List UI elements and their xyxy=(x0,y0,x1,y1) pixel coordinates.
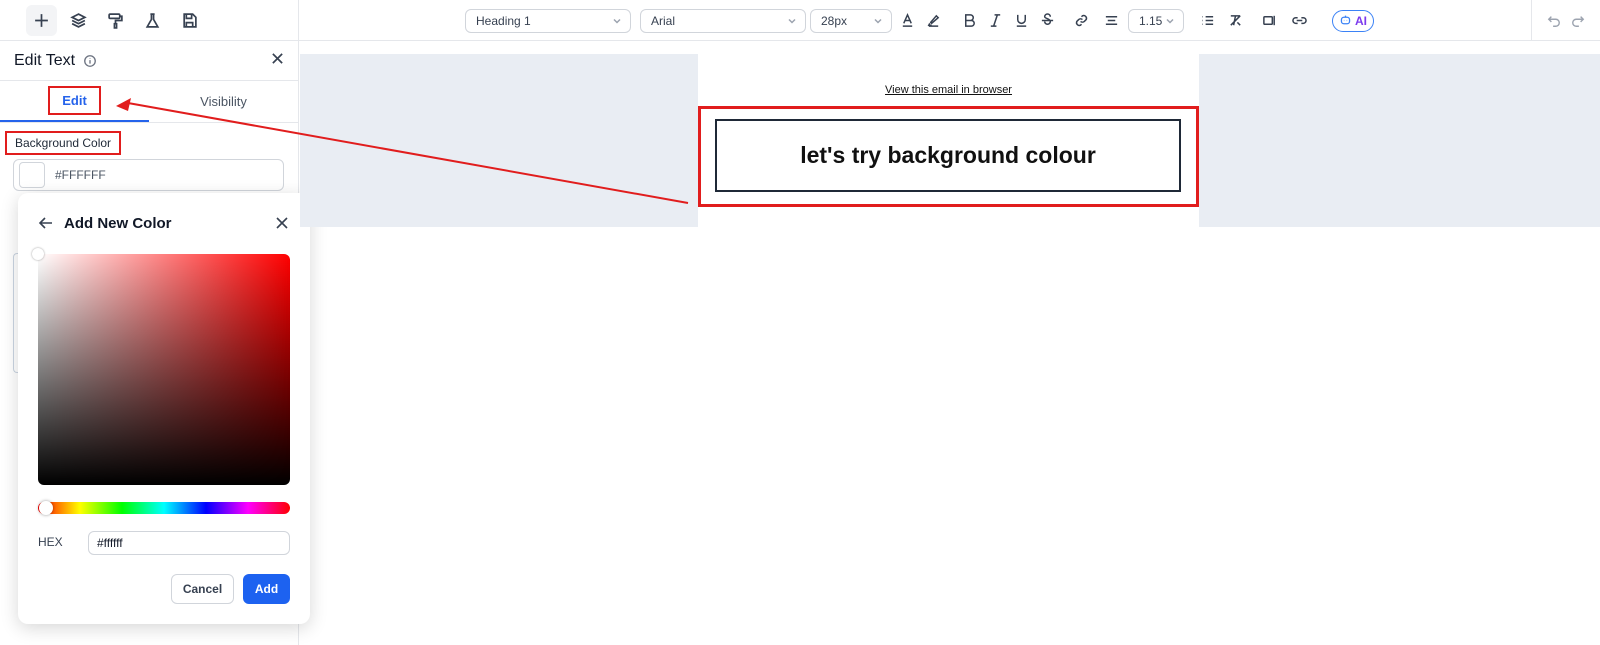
add-button[interactable]: Add xyxy=(243,574,290,604)
link-button[interactable] xyxy=(1068,8,1094,34)
italic-icon xyxy=(990,14,1000,27)
bullet-list-button[interactable] xyxy=(1194,8,1220,34)
text-color-icon xyxy=(902,13,912,27)
saturation-handle[interactable] xyxy=(32,248,44,260)
font-size-value: 28px xyxy=(821,13,848,28)
chevron-down-icon xyxy=(1166,18,1174,24)
font-size-select[interactable]: 28px xyxy=(810,8,892,33)
saturation-value-picker[interactable] xyxy=(32,248,290,485)
close-icon[interactable] xyxy=(274,215,290,231)
chevron-down-icon xyxy=(874,18,882,24)
underline-button[interactable] xyxy=(1008,8,1034,34)
paint-roller-button[interactable] xyxy=(100,5,131,36)
hex-input[interactable]: #ffffff xyxy=(88,531,290,555)
panel-title: Edit Text xyxy=(14,51,76,69)
ai-robot-icon xyxy=(1340,15,1351,25)
layers-button[interactable] xyxy=(63,5,94,36)
highlight-color-button[interactable] xyxy=(920,8,946,34)
italic-button[interactable] xyxy=(982,8,1008,34)
layers-icon xyxy=(70,13,87,28)
chevron-down-icon xyxy=(788,18,796,24)
paint-roller-icon xyxy=(108,13,123,29)
view-in-browser-link[interactable]: View this email in browser xyxy=(698,84,1199,96)
highlighter-icon xyxy=(927,14,939,27)
clear-format-icon xyxy=(1229,15,1241,26)
flask-icon xyxy=(145,13,160,28)
ai-label: AI xyxy=(1355,13,1367,28)
chevron-down-icon xyxy=(613,18,621,24)
bold-icon xyxy=(964,14,975,27)
panel-header: Edit Text xyxy=(0,41,298,81)
block-style-select[interactable]: Heading 1 xyxy=(465,8,631,33)
background-color-value: #FFFFFF xyxy=(55,168,106,182)
format-toolbar: Heading 1 Arial 28px 1.15 AI xyxy=(465,0,1374,41)
strikethrough-button[interactable] xyxy=(1034,8,1060,34)
bold-button[interactable] xyxy=(956,8,982,34)
back-arrow-icon[interactable] xyxy=(38,215,54,231)
background-color-label: Background Color xyxy=(5,131,122,155)
test-button[interactable] xyxy=(137,5,168,36)
undo-icon[interactable] xyxy=(1547,14,1561,28)
popover-title: Add New Color xyxy=(64,214,172,232)
close-icon xyxy=(272,52,283,64)
top-toolbar: Heading 1 Arial 28px 1.15 AI xyxy=(0,0,1600,41)
trigger-link-button[interactable] xyxy=(1286,8,1312,34)
link-icon xyxy=(1075,14,1087,27)
text-field-icon xyxy=(1262,15,1275,26)
chain-link-icon xyxy=(1291,16,1307,25)
tab-edit-label: Edit xyxy=(48,86,101,115)
hue-handle[interactable] xyxy=(39,501,53,515)
redo-icon[interactable] xyxy=(1571,14,1585,28)
tab-edit[interactable]: Edit xyxy=(0,81,149,122)
close-panel-button[interactable] xyxy=(271,52,284,70)
line-height-select[interactable]: 1.15 xyxy=(1128,8,1184,33)
block-style-value: Heading 1 xyxy=(476,13,531,28)
merge-tag-button[interactable] xyxy=(1256,8,1282,34)
left-toolbar xyxy=(0,0,299,41)
clear-format-button[interactable] xyxy=(1222,8,1248,34)
popover-header: Add New Color xyxy=(38,211,290,235)
background-color-field[interactable]: #FFFFFF xyxy=(13,159,284,191)
tab-visibility[interactable]: Visibility xyxy=(149,81,298,122)
add-color-popover: Add New Color HEX #ffffff Cancel Add xyxy=(18,193,310,624)
bullet-list-icon xyxy=(1201,16,1213,25)
annotation-highlight-box xyxy=(698,106,1199,207)
hue-slider[interactable] xyxy=(38,501,290,515)
cancel-button[interactable]: Cancel xyxy=(171,574,234,604)
tab-visibility-label: Visibility xyxy=(200,94,247,109)
info-icon[interactable] xyxy=(83,54,97,68)
underline-icon xyxy=(1016,14,1026,27)
panel-tabs: Edit Visibility xyxy=(0,81,298,123)
line-height-value: 1.15 xyxy=(1139,13,1163,28)
font-family-select[interactable]: Arial xyxy=(640,8,806,33)
save-icon xyxy=(183,13,197,28)
history-toolbar xyxy=(1531,0,1600,41)
hex-label: HEX xyxy=(38,535,63,549)
ai-assistant-button[interactable]: AI xyxy=(1332,9,1374,32)
text-color-button[interactable] xyxy=(894,8,920,34)
save-button[interactable] xyxy=(174,5,205,36)
plus-icon xyxy=(35,14,48,27)
font-family-value: Arial xyxy=(651,13,676,28)
align-center-icon xyxy=(1105,16,1117,25)
align-button[interactable] xyxy=(1098,8,1124,34)
strikethrough-icon xyxy=(1041,13,1053,25)
color-swatch[interactable] xyxy=(19,162,45,188)
add-block-button[interactable] xyxy=(26,5,57,36)
